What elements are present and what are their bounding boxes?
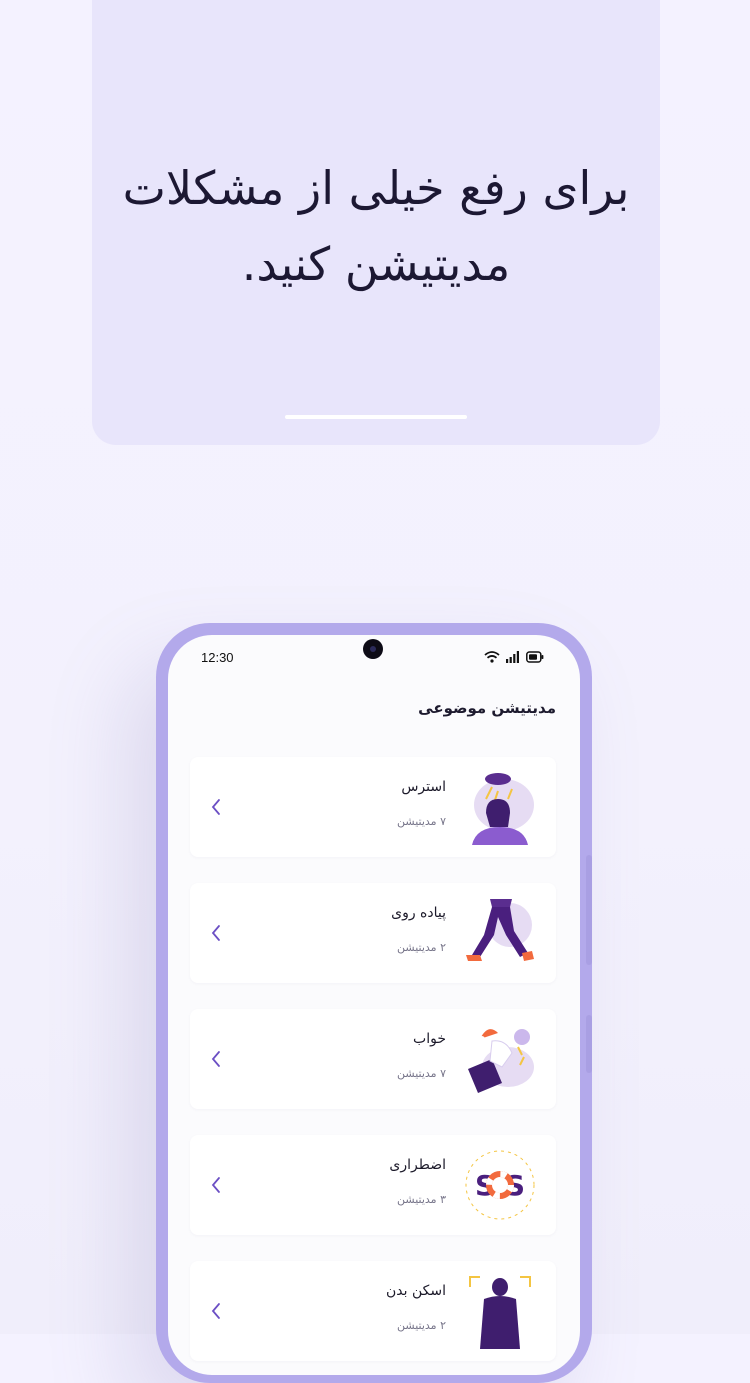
list-item-stress[interactable]: استرس ۷ مدیتیشن (190, 757, 556, 857)
item-subtitle: ۲ مدیتیشن (397, 1319, 446, 1332)
list-item-body-scan[interactable]: اسکن بدن ۲ مدیتیشن (190, 1261, 556, 1361)
promo-line-1: برای رفع خیلی از مشکلات (122, 161, 630, 215)
chevron-left-icon[interactable] (210, 923, 222, 943)
body-scan-illustration-icon (469, 1276, 531, 1349)
battery-icon (526, 651, 544, 663)
chevron-left-icon[interactable] (210, 1175, 222, 1195)
card-handle[interactable] (285, 415, 467, 419)
promo-headline: برای رفع خیلی از مشکلات مدیتیشن کنید. (92, 150, 660, 302)
status-bar: 12:30 (168, 635, 580, 683)
item-title: اسکن بدن (386, 1283, 446, 1299)
item-subtitle: ۳ مدیتیشن (397, 1193, 446, 1206)
signal-icon (506, 651, 519, 663)
chevron-left-icon[interactable] (210, 797, 222, 817)
chevron-left-icon[interactable] (210, 1049, 222, 1069)
phone-mockup: 12:30 مدیتیشن موضوعی استرس ۷ مدیتیشن پیا… (156, 623, 592, 1383)
stress-illustration-icon (472, 773, 534, 845)
front-camera (363, 639, 383, 659)
meditation-topic-list: استرس ۷ مدیتیشن پیاده روی ۲ مدیتیشن خواب… (190, 757, 556, 1375)
list-item-emergency[interactable]: S S اضطراری ۳ مدیتیشن (190, 1135, 556, 1235)
item-title: پیاده روی (391, 905, 446, 921)
sleep-illustration-icon (468, 1029, 534, 1093)
item-subtitle: ۷ مدیتیشن (397, 1067, 446, 1080)
item-subtitle: ۷ مدیتیشن (397, 815, 446, 828)
sos-illustration-icon: S S (465, 1150, 535, 1220)
list-item-walking[interactable]: پیاده روی ۲ مدیتیشن (190, 883, 556, 983)
promo-line-2: مدیتیشن کنید. (241, 237, 511, 291)
phone-screen: 12:30 مدیتیشن موضوعی استرس ۷ مدیتیشن پیا… (168, 635, 580, 1375)
item-title: استرس (401, 779, 446, 795)
list-item-sleep[interactable]: خواب ۷ مدیتیشن (190, 1009, 556, 1109)
item-subtitle: ۲ مدیتیشن (397, 941, 446, 954)
phone-side-button-small (586, 1015, 592, 1073)
status-icons (484, 651, 544, 663)
item-title: اضطراری (389, 1157, 446, 1173)
page-title: مدیتیشن موضوعی (418, 699, 556, 717)
item-title: خواب (413, 1031, 446, 1047)
walking-illustration-icon (466, 899, 534, 961)
status-time: 12:30 (201, 650, 234, 665)
chevron-left-icon[interactable] (210, 1301, 222, 1321)
phone-side-button (586, 855, 592, 965)
wifi-icon (484, 651, 500, 663)
promo-card: برای رفع خیلی از مشکلات مدیتیشن کنید. (92, 0, 660, 445)
